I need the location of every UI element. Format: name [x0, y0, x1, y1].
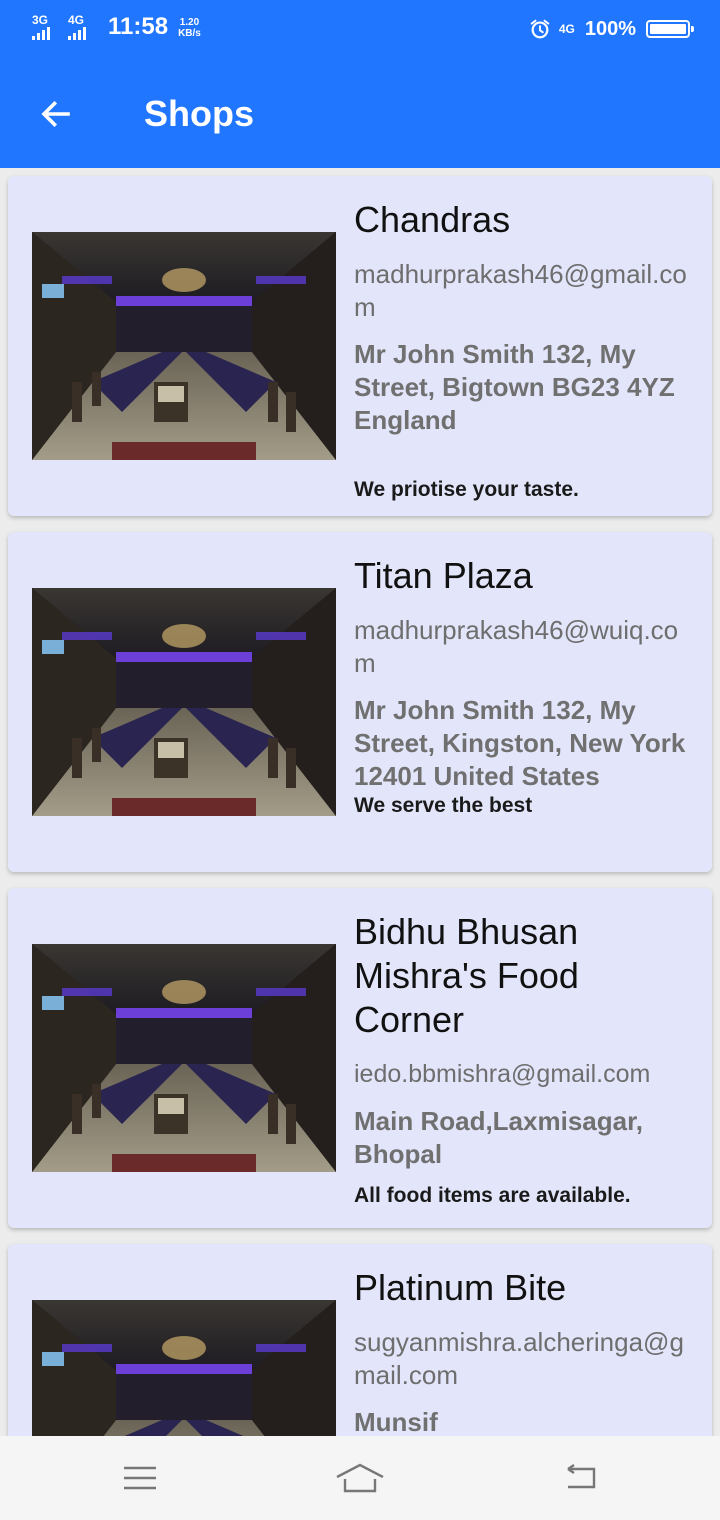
- page-title: Shops: [144, 93, 255, 134]
- navigation-bar: [0, 1436, 720, 1520]
- shop-email: madhurprakash46@gmail.com: [354, 259, 687, 322]
- shop-card[interactable]: Platinum Bite sugyanmishra.alcheringa@gm…: [8, 1244, 712, 1436]
- shop-tagline: We serve the best: [354, 794, 533, 817]
- shop-tagline: We priotise your taste.: [354, 478, 579, 501]
- signal-3g-icon: 3G: [32, 14, 64, 42]
- clock: 11:58: [108, 13, 169, 40]
- shop-name: Platinum Bite: [354, 1267, 567, 1308]
- back-icon: [567, 1464, 596, 1489]
- data-4g-icon: 4G: [558, 22, 575, 36]
- header: 3G 4G 11:58 1.20 KB/s 4G 100% Shops: [0, 0, 720, 168]
- shop-list[interactable]: Chandras madhurprakash46@gmail.com Mr Jo…: [0, 168, 720, 1436]
- shop-image: [32, 944, 336, 1172]
- home-icon: [336, 1463, 384, 1493]
- home-button[interactable]: [330, 1458, 390, 1498]
- shop-name: Chandras: [354, 199, 511, 240]
- shop-card[interactable]: Titan Plaza madhurprakash46@wuiq.com Mr …: [8, 532, 712, 872]
- shop-email: iedo.bbmishra@gmail.com: [354, 1060, 651, 1088]
- shop-name: Bidhu Bhusan Mishra's Food Corner: [354, 911, 579, 1040]
- shop-address: Mr John Smith 132, My Street, Kingston, …: [354, 695, 686, 791]
- signal-4g-icon: 4G: [68, 14, 100, 42]
- menu-icon: [124, 1466, 156, 1490]
- shop-tagline: All food items are available.: [354, 1184, 631, 1207]
- network-speed: 1.20 KB/s: [178, 17, 201, 39]
- menu-button[interactable]: [110, 1458, 170, 1498]
- shop-image: [32, 1300, 336, 1436]
- shop-image: [32, 588, 336, 816]
- shop-name: Titan Plaza: [354, 555, 533, 596]
- shop-address: Munsif: [354, 1407, 438, 1436]
- battery-icon: [646, 20, 694, 38]
- back-button[interactable]: [28, 86, 84, 142]
- shop-email: sugyanmishra.alcheringa@gmail.com: [354, 1327, 684, 1390]
- shop-card[interactable]: Bidhu Bhusan Mishra's Food Corner iedo.b…: [8, 888, 712, 1228]
- app-bar: Shops: [0, 58, 720, 168]
- back-nav-button[interactable]: [550, 1458, 610, 1498]
- shop-card[interactable]: Chandras madhurprakash46@gmail.com Mr Jo…: [8, 176, 712, 516]
- shop-address: Mr John Smith 132, My Street, Bigtown BG…: [354, 339, 675, 435]
- arrow-left-icon: [41, 100, 70, 128]
- shop-address: Main Road,Laxmisagar, Bhopal: [354, 1106, 643, 1169]
- alarm-icon: [530, 19, 550, 39]
- shop-image: [32, 232, 336, 460]
- status-bar: 3G 4G 11:58 1.20 KB/s 4G 100%: [0, 0, 720, 58]
- shop-email: madhurprakash46@wuiq.com: [354, 615, 679, 678]
- battery-percent: 100%: [584, 17, 636, 40]
